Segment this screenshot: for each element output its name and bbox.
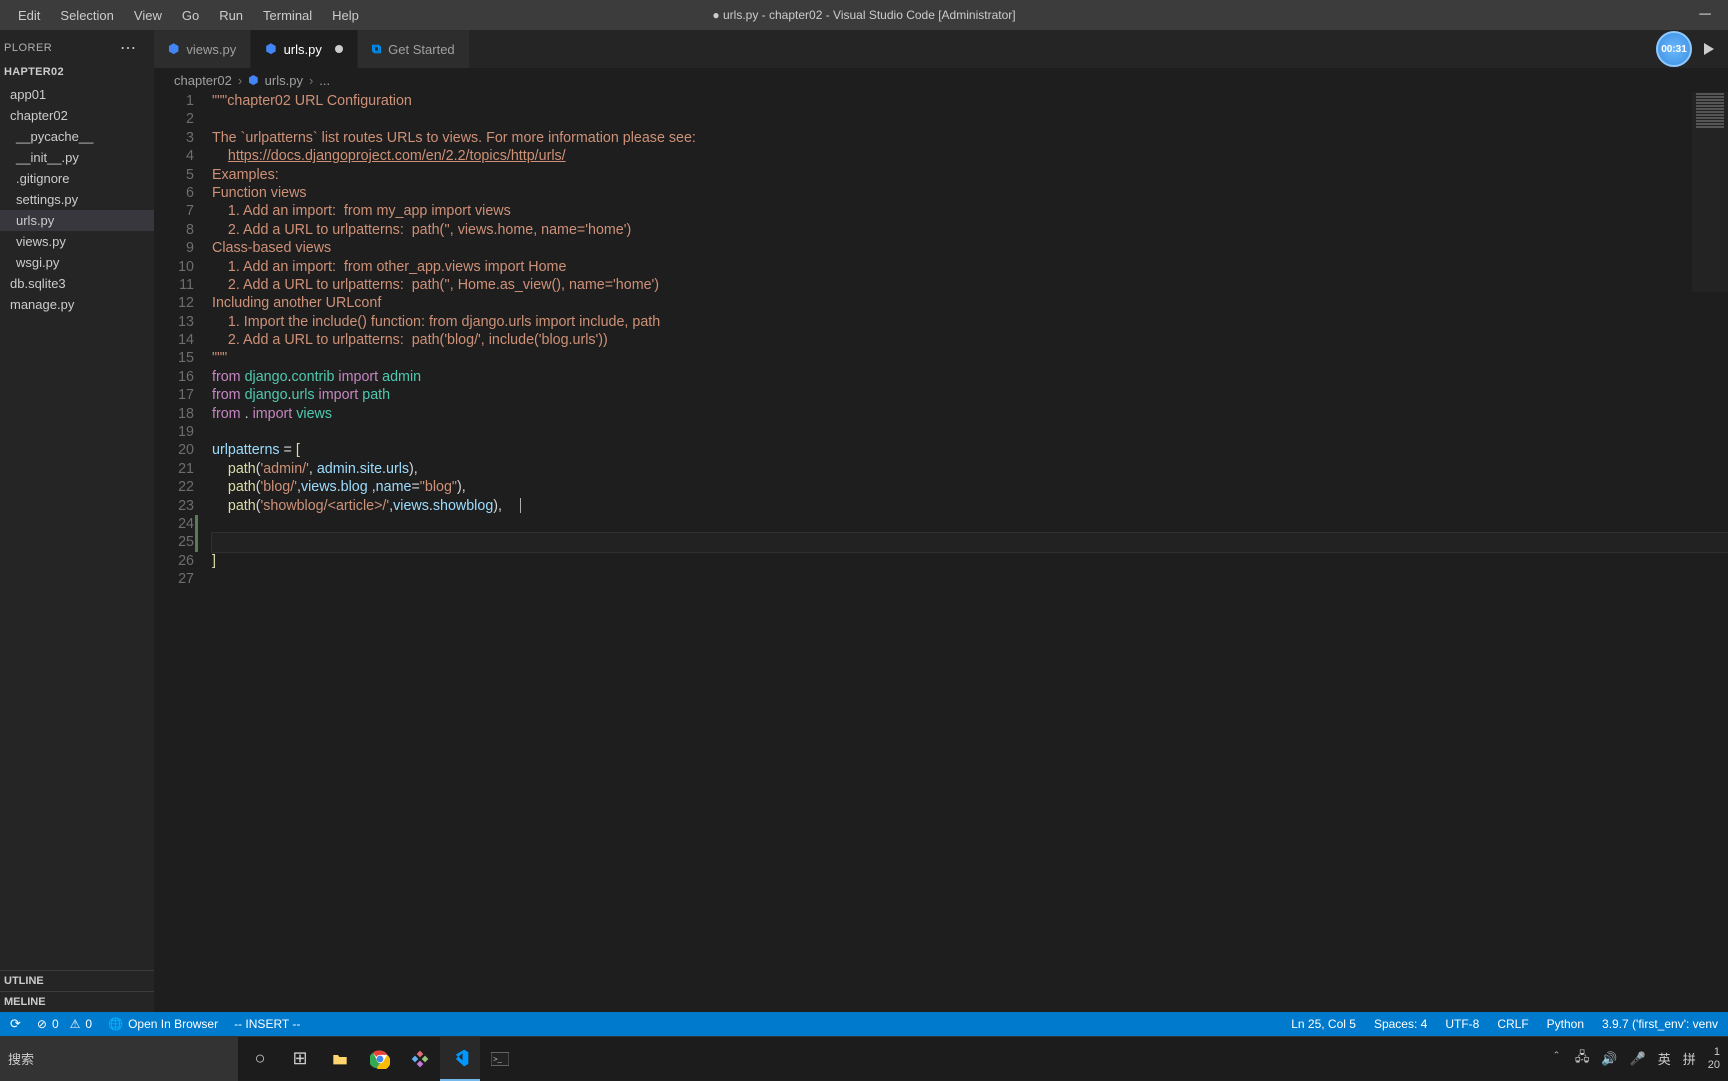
status-open-browser[interactable]: 🌐 Open In Browser — [108, 1017, 218, 1031]
python-icon: ⬢ — [265, 41, 276, 57]
minimize-button[interactable]: ─ — [1682, 0, 1728, 30]
tab-getstarted[interactable]: ⧉ Get Started — [358, 30, 470, 68]
file-tree: app01 chapter02 __pycache__ __init__.py … — [0, 82, 154, 317]
tab-urls[interactable]: ⬢ urls.py — [251, 30, 358, 68]
code-content[interactable]: """chapter02 URL Configuration The `urlp… — [212, 92, 1728, 1012]
menu-edit[interactable]: Edit — [8, 4, 50, 27]
tree-folder-chapter02[interactable]: chapter02 — [0, 105, 154, 126]
tab-label: views.py — [186, 42, 236, 57]
window-title: ● urls.py - chapter02 - Visual Studio Co… — [712, 8, 1015, 22]
modified-dot-icon — [335, 45, 343, 53]
taskbar-icons: ○ ⊞ >_ — [240, 1037, 520, 1080]
status-problems[interactable]: ⊘0 ⚠0 — [37, 1017, 92, 1031]
tab-views[interactable]: ⬢ views.py — [154, 30, 251, 68]
title-bar: Edit Selection View Go Run Terminal Help… — [0, 0, 1728, 30]
code-editor[interactable]: 1234 5678 9101112 13141516 17181920 2122… — [154, 92, 1728, 1012]
status-bar: ⊘0 ⚠0 🌐 Open In Browser -- INSERT -- Ln … — [0, 1012, 1728, 1036]
warning-icon: ⚠ — [70, 1017, 81, 1031]
sidebar-explorer: PLORER ⋯ HAPTER02 app01 chapter02 __pyca… — [0, 30, 154, 1012]
tree-file-init[interactable]: __init__.py — [0, 147, 154, 168]
menu-help[interactable]: Help — [322, 4, 369, 27]
sidebar-bottom-sections: UTLINE MELINE — [0, 970, 154, 1012]
status-eol[interactable]: CRLF — [1497, 1017, 1528, 1031]
minimap[interactable] — [1692, 92, 1728, 292]
menu-terminal[interactable]: Terminal — [253, 4, 322, 27]
tree-file-wsgi[interactable]: wsgi.py — [0, 252, 154, 273]
tree-file-gitignore[interactable]: .gitignore — [0, 168, 154, 189]
chevron-icon: › — [309, 73, 313, 88]
svg-text:>_: >_ — [493, 1054, 502, 1063]
breadcrumb-folder[interactable]: chapter02 — [174, 73, 232, 88]
explorer-icon[interactable] — [320, 1037, 360, 1081]
cortana-icon[interactable]: ○ — [240, 1037, 280, 1081]
breadcrumb-file[interactable]: urls.py — [265, 73, 303, 88]
chrome-icon[interactable] — [360, 1037, 400, 1081]
tree-folder-app01[interactable]: app01 — [0, 84, 154, 105]
tray-volume-icon[interactable]: 🔊 — [1601, 1051, 1617, 1067]
explorer-more-icon[interactable]: ⋯ — [120, 38, 142, 58]
menu-selection[interactable]: Selection — [50, 4, 123, 27]
breadcrumb-more[interactable]: ... — [319, 73, 330, 88]
tray-ime[interactable]: 英 — [1658, 1049, 1671, 1068]
status-spaces[interactable]: Spaces: 4 — [1374, 1017, 1427, 1031]
system-tray: ＾ 🖧 🔊 🎤 英 拼 120 — [1550, 1046, 1728, 1072]
project-name[interactable]: HAPTER02 — [0, 62, 154, 82]
status-env[interactable]: 3.9.7 ('first_env': venv — [1602, 1017, 1718, 1031]
tray-ime-extra[interactable]: 拼 — [1683, 1049, 1696, 1068]
status-encoding[interactable]: UTF-8 — [1445, 1017, 1479, 1031]
error-icon: ⊘ — [37, 1017, 47, 1031]
terminal-icon[interactable]: >_ — [480, 1037, 520, 1081]
window-controls: ─ — [1682, 0, 1728, 30]
editor-region: ⬢ views.py ⬢ urls.py ⧉ Get Started 00:31… — [154, 30, 1728, 1012]
tree-file-views[interactable]: views.py — [0, 231, 154, 252]
tray-clock[interactable]: 120 — [1708, 1046, 1720, 1072]
menu-view[interactable]: View — [124, 4, 172, 27]
globe-icon: 🌐 — [108, 1017, 123, 1031]
status-lncol[interactable]: Ln 25, Col 5 — [1291, 1017, 1356, 1031]
status-lang[interactable]: Python — [1547, 1017, 1584, 1031]
app-icon[interactable] — [400, 1037, 440, 1081]
explorer-label: PLORER — [4, 42, 52, 54]
python-icon: ⬢ — [248, 73, 258, 87]
folder-icon — [332, 1052, 348, 1066]
breadcrumb[interactable]: chapter02 › ⬢ urls.py › ... — [154, 68, 1728, 92]
tree-file-db[interactable]: db.sqlite3 — [0, 273, 154, 294]
vscode-taskbar-icon[interactable] — [440, 1037, 480, 1081]
vscode-icon: ⧉ — [372, 41, 381, 57]
tray-network-icon[interactable]: 🖧 — [1575, 1048, 1590, 1070]
line-gutter: 1234 5678 9101112 13141516 17181920 2122… — [154, 92, 212, 1012]
windows-taskbar: 搜索 ○ ⊞ >_ ＾ 🖧 🔊 🎤 英 拼 120 — [0, 1036, 1728, 1080]
tree-folder-pycache[interactable]: __pycache__ — [0, 126, 154, 147]
outline-section[interactable]: UTLINE — [0, 970, 154, 991]
editor-tabs: ⬢ views.py ⬢ urls.py ⧉ Get Started 00:31 — [154, 30, 1728, 68]
status-right: Ln 25, Col 5 Spaces: 4 UTF-8 CRLF Python… — [1291, 1017, 1718, 1031]
status-vim-mode: -- INSERT -- — [234, 1017, 300, 1031]
chevron-icon: › — [238, 73, 242, 88]
taskbar-search[interactable]: 搜索 — [0, 1037, 238, 1081]
python-icon: ⬢ — [168, 41, 179, 57]
tree-file-settings[interactable]: settings.py — [0, 189, 154, 210]
tab-label: Get Started — [388, 42, 454, 57]
menu-go[interactable]: Go — [172, 4, 209, 27]
menu-run[interactable]: Run — [209, 4, 253, 27]
main-area: PLORER ⋯ HAPTER02 app01 chapter02 __pyca… — [0, 30, 1728, 1012]
run-icon[interactable] — [1704, 43, 1714, 55]
taskview-icon[interactable]: ⊞ — [280, 1037, 320, 1081]
menu-bar: Edit Selection View Go Run Terminal Help — [0, 4, 369, 27]
tree-file-manage[interactable]: manage.py — [0, 294, 154, 315]
tab-controls: 00:31 — [1656, 30, 1728, 68]
tray-mic-icon[interactable]: 🎤 — [1630, 1051, 1646, 1067]
sync-icon — [10, 1016, 21, 1032]
tab-label: urls.py — [284, 42, 322, 57]
timeline-section[interactable]: MELINE — [0, 991, 154, 1012]
tray-chevron-icon[interactable]: ＾ — [1550, 1049, 1563, 1068]
status-sync[interactable] — [10, 1016, 21, 1032]
timer-badge[interactable]: 00:31 — [1656, 31, 1692, 67]
tree-file-urls[interactable]: urls.py — [0, 210, 154, 231]
explorer-header: PLORER ⋯ — [0, 30, 154, 62]
